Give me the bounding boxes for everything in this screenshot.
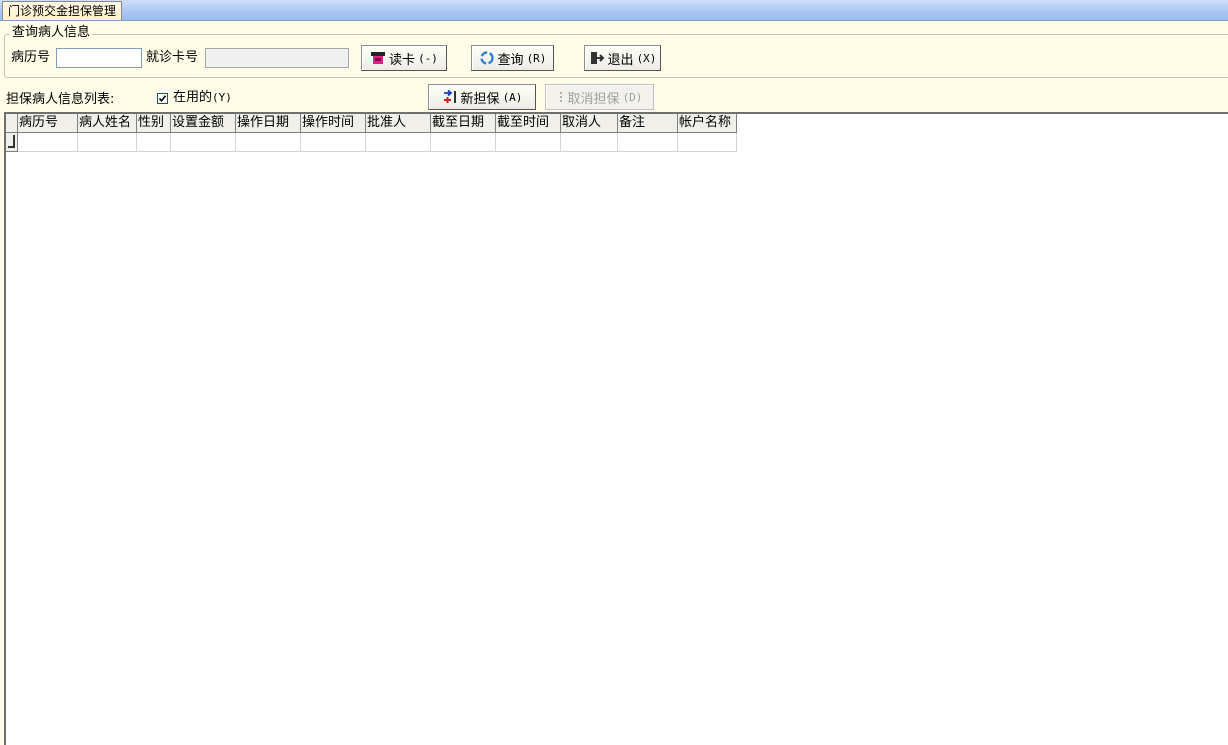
- cell-remark[interactable]: [618, 133, 678, 152]
- cancel-guarantee-label: 取消担保: [567, 91, 620, 107]
- tab-label: 门诊预交金担保管理: [8, 4, 117, 18]
- active-hotkey: (Y): [212, 91, 232, 104]
- cell-account-name[interactable]: [678, 133, 737, 152]
- read-card-label: 读卡: [389, 52, 416, 68]
- tab-outpatient-deposit-guarantee[interactable]: 门诊预交金担保管理: [2, 1, 123, 20]
- exit-button[interactable]: 退出 (X): [584, 45, 661, 71]
- col-canceller[interactable]: 取消人: [561, 114, 618, 133]
- col-gender[interactable]: 性别: [137, 114, 171, 133]
- table-row[interactable]: [6, 133, 737, 152]
- search-hotkey: (R): [526, 51, 547, 65]
- cell-canceller[interactable]: [561, 133, 618, 152]
- record-number-input[interactable]: [56, 48, 142, 68]
- cell-deadline-date[interactable]: [431, 133, 496, 152]
- guarantee-grid[interactable]: 病历号 病人姓名 性别 设置金额 操作日期 操作时间 批准人 截至日期 截至时间…: [4, 112, 1228, 745]
- cancel-guarantee-icon: [559, 92, 562, 102]
- col-record-number[interactable]: 病历号: [18, 114, 78, 133]
- cell-deadline-time[interactable]: [496, 133, 561, 152]
- card-reader-icon: [371, 52, 386, 64]
- checkmark-icon: [158, 94, 167, 102]
- search-label: 查询: [497, 52, 524, 68]
- new-guarantee-button[interactable]: 新担保 (A): [428, 84, 536, 110]
- read-card-hotkey: (-): [418, 51, 438, 65]
- col-approver[interactable]: 批准人: [366, 114, 431, 133]
- cell-record-number[interactable]: [18, 133, 78, 152]
- cancel-guarantee-hotkey: (D): [622, 90, 643, 104]
- grid-corner: [6, 114, 18, 133]
- col-patient-name[interactable]: 病人姓名: [78, 114, 137, 133]
- cell-operation-date[interactable]: [236, 133, 301, 152]
- cell-approver[interactable]: [366, 133, 431, 152]
- exit-door-icon: [590, 52, 604, 64]
- refresh-icon: [479, 51, 494, 65]
- exit-hotkey: (X): [636, 51, 657, 65]
- col-deadline-time[interactable]: 截至时间: [496, 114, 561, 133]
- search-button[interactable]: 查询 (R): [471, 45, 554, 71]
- query-group-title: 查询病人信息: [10, 25, 93, 41]
- visit-card-label: 就诊卡号: [146, 50, 199, 65]
- col-account-name[interactable]: 帐户名称: [678, 114, 737, 133]
- active-label: 在用的: [173, 90, 213, 105]
- cancel-guarantee-button[interactable]: 取消担保 (D): [545, 84, 654, 110]
- cell-gender[interactable]: [137, 133, 171, 152]
- cell-operation-time[interactable]: [301, 133, 366, 152]
- tab-strip: 门诊预交金担保管理: [0, 0, 1228, 21]
- visit-card-input[interactable]: [205, 48, 349, 68]
- col-operation-time[interactable]: 操作时间: [301, 114, 366, 133]
- new-guarantee-label: 新担保: [460, 91, 500, 107]
- new-guarantee-hotkey: (A): [502, 90, 523, 104]
- active-checkbox[interactable]: [157, 92, 168, 104]
- cell-patient-name[interactable]: [78, 133, 137, 152]
- read-card-button[interactable]: 读卡 (-): [361, 45, 447, 71]
- active-filter[interactable]: 在用的(Y): [157, 90, 232, 106]
- new-guarantee-icon: [443, 89, 456, 103]
- record-number-label: 病历号: [11, 50, 51, 65]
- col-remark[interactable]: 备注: [618, 114, 678, 133]
- grid-header: 病历号 病人姓名 性别 设置金额 操作日期 操作时间 批准人 截至日期 截至时间…: [6, 114, 737, 133]
- col-amount[interactable]: 设置金额: [171, 114, 236, 133]
- row-indicator[interactable]: [6, 133, 18, 152]
- col-operation-date[interactable]: 操作日期: [236, 114, 301, 133]
- exit-label: 退出: [607, 52, 634, 68]
- guarantee-list-title: 担保病人信息列表:: [6, 92, 115, 107]
- cell-amount[interactable]: [171, 133, 236, 152]
- col-deadline-date[interactable]: 截至日期: [431, 114, 496, 133]
